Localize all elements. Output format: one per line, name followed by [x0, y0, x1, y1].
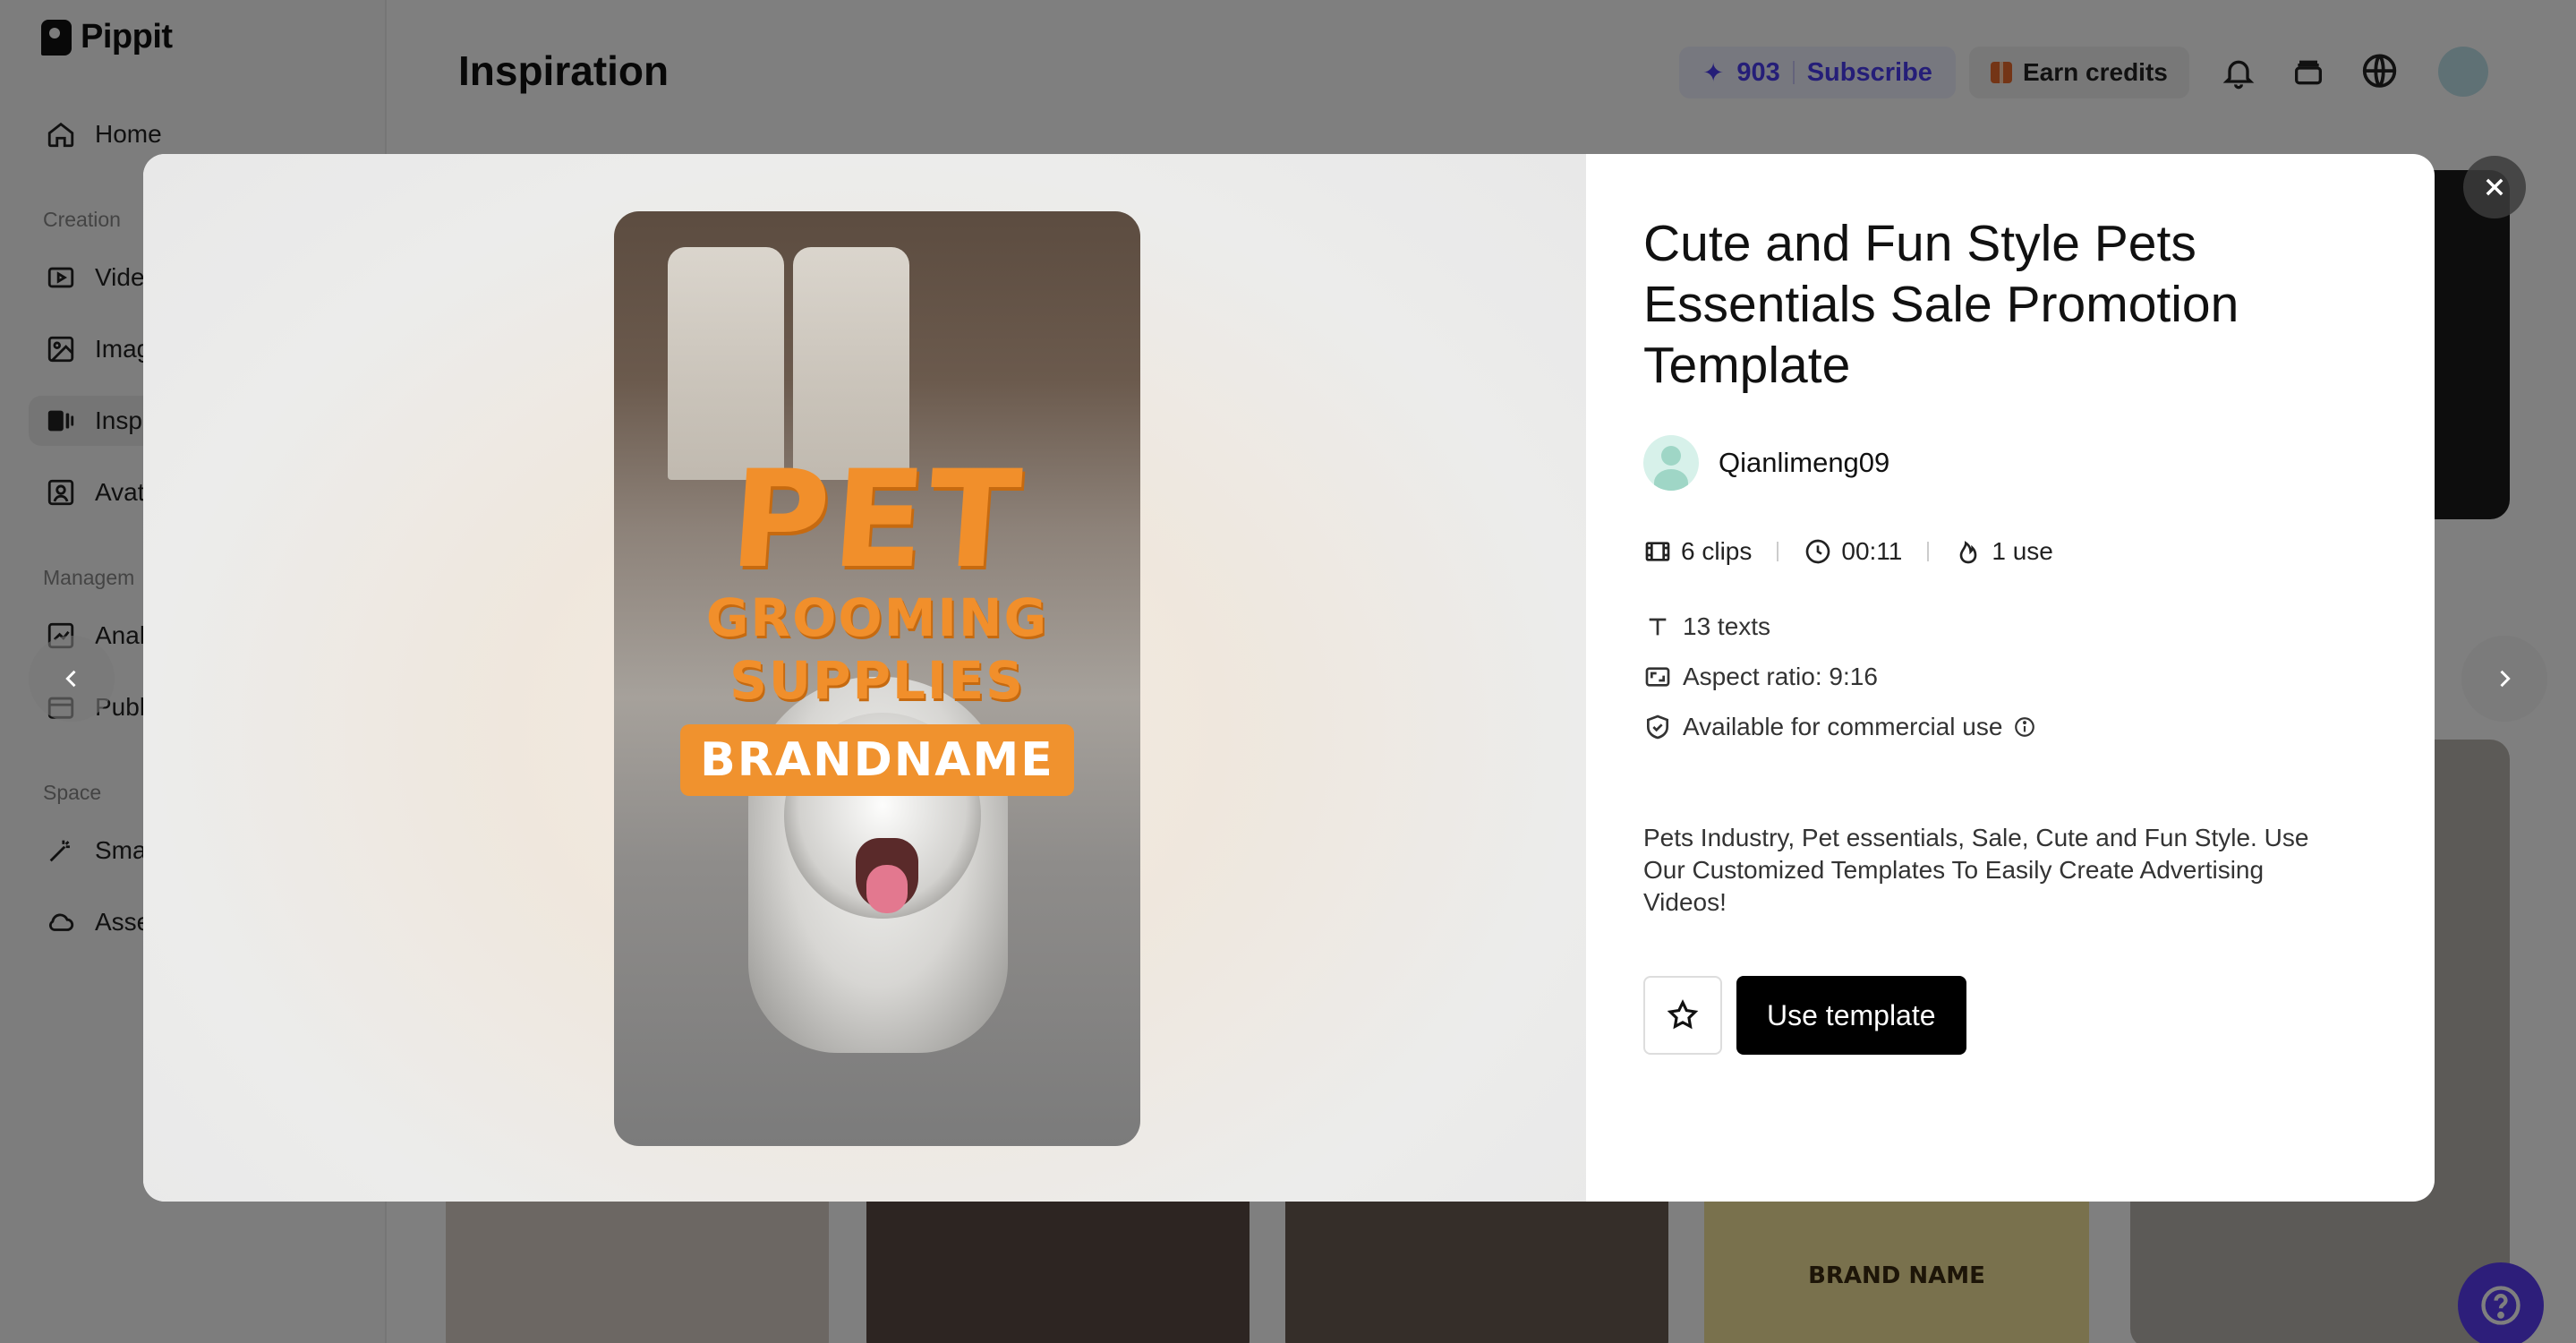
template-detail-modal: PET GROOMING SUPPLIES BRANDNAME Cute and…	[143, 154, 2435, 1202]
use-template-button[interactable]: Use template	[1736, 976, 1966, 1055]
template-info-panel: Cute and Fun Style Pets Essentials Sale …	[1586, 154, 2435, 1202]
star-icon	[1667, 999, 1699, 1030]
divider	[1777, 542, 1779, 561]
divider	[1927, 542, 1930, 561]
info-icon[interactable]	[2013, 715, 2036, 739]
author-avatar	[1643, 435, 1699, 491]
clips-stat: 6 clips	[1643, 537, 1752, 566]
close-modal-button[interactable]	[2463, 156, 2526, 218]
commercial-use-label: Available for commercial use	[1683, 713, 2003, 740]
template-title: Cute and Fun Style Pets Essentials Sale …	[1643, 215, 2239, 394]
template-meta: 13 texts Aspect ratio: 9:16 Available fo…	[1643, 602, 2377, 752]
aspect-ratio-row: Aspect ratio: 9:16	[1643, 652, 2377, 702]
close-icon	[2486, 178, 2503, 196]
promo-line-supplies: SUPPLIES	[729, 649, 1025, 711]
promo-text-overlay: PET GROOMING SUPPLIES BRANDNAME	[614, 442, 1140, 797]
text-icon	[1649, 618, 1667, 636]
template-preview-area: PET GROOMING SUPPLIES BRANDNAME	[143, 154, 1586, 1202]
promo-headline: PET	[725, 442, 1029, 598]
film-icon	[1645, 542, 1670, 561]
next-template-button[interactable]	[2461, 636, 2547, 722]
previous-template-button[interactable]	[29, 636, 115, 722]
dog-tongue	[866, 865, 908, 913]
template-video-preview[interactable]: PET GROOMING SUPPLIES BRANDNAME	[614, 211, 1140, 1146]
template-actions: Use template	[1643, 976, 2377, 1055]
author-name: Qianlimeng09	[1719, 447, 1890, 478]
duration-stat: 00:11	[1804, 537, 1902, 566]
aspect-ratio-icon	[1645, 667, 1670, 687]
template-stats: 6 clips 00:11 1 use	[1643, 537, 2377, 566]
aspect-ratio-value: Aspect ratio: 9:16	[1683, 663, 1878, 690]
favorite-button[interactable]	[1643, 976, 1722, 1055]
clips-count: 6 clips	[1681, 537, 1753, 565]
texts-count: 13 texts	[1683, 612, 1771, 640]
texts-row: 13 texts	[1643, 602, 2377, 652]
template-description: Pets Industry, Pet essentials, Sale, Cut…	[1643, 824, 2309, 916]
promo-brandname-badge: BRANDNAME	[680, 724, 1074, 797]
author-row[interactable]: Qianlimeng09	[1643, 435, 2377, 491]
chevron-left-icon	[65, 670, 76, 688]
chevron-right-icon	[2500, 670, 2511, 688]
uses-stat: 1 use	[1954, 537, 2053, 566]
commercial-use-row: Available for commercial use	[1643, 702, 2377, 752]
flame-icon	[1960, 541, 1977, 564]
shield-check-icon	[1647, 714, 1668, 740]
clock-icon	[1806, 539, 1830, 564]
duration-value: 00:11	[1841, 537, 1903, 565]
uses-count: 1 use	[1992, 537, 2053, 565]
